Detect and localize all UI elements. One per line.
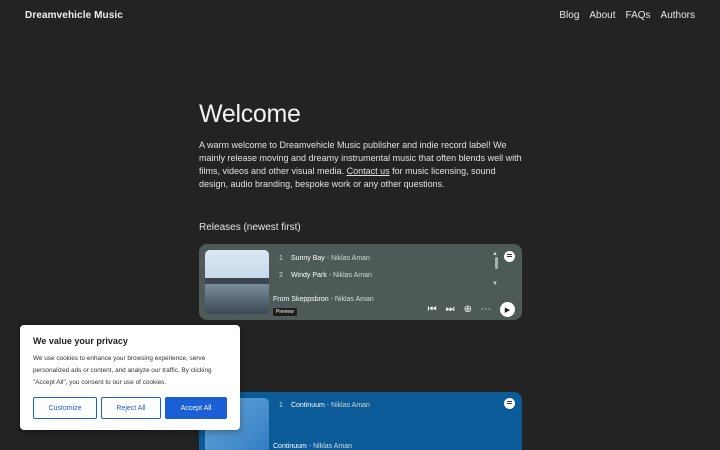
track-number: 1: [279, 255, 283, 262]
album-name-line: Continuum - Niklas Aman: [273, 443, 352, 450]
player-controls: ⏮ ⏭ ⊕ ⋯ ▶: [428, 302, 515, 317]
nav-about[interactable]: About: [589, 10, 615, 21]
cover-water: [205, 284, 269, 314]
track-number: 1: [279, 402, 283, 409]
intro-paragraph: A warm welcome to Dreamvehicle Music pub…: [199, 139, 524, 191]
scroll-down-icon[interactable]: ▼: [492, 281, 498, 287]
customize-button[interactable]: Customize: [33, 397, 97, 419]
album-title: From Skeppsbron: [273, 296, 329, 303]
track-row[interactable]: 2 Windy Park - Niklas Aman: [279, 272, 372, 279]
spotify-embed-continuum: 1 Continuum - Niklas Aman Continuum - Ni…: [199, 392, 522, 450]
cookie-title: We value your privacy: [33, 336, 128, 346]
nav-faqs[interactable]: FAQs: [626, 10, 651, 21]
skip-forward-icon[interactable]: ⏭: [446, 304, 455, 315]
main-content: Welcome A warm welcome to Dreamvehicle M…: [199, 100, 524, 191]
page-title: Welcome: [199, 100, 301, 128]
album-title: Continuum: [273, 443, 307, 450]
track-row[interactable]: 1 Sunny Bay - Niklas Aman: [279, 255, 370, 262]
album-artist: - Niklas Aman: [328, 296, 374, 303]
more-icon[interactable]: ⋯: [481, 304, 491, 315]
cover-sky: [205, 250, 269, 280]
preview-badge: Preview: [273, 308, 297, 316]
cookie-text: We use cookies to enhance your browsing …: [33, 355, 212, 386]
nav-authors[interactable]: Authors: [661, 10, 695, 21]
album-cover[interactable]: [205, 250, 269, 314]
releases-heading: Releases (newest first): [199, 222, 301, 233]
album-artist: - Niklas Aman: [306, 443, 352, 450]
spotify-embed-skeppsbron: 1 Sunny Bay - Niklas Aman 2 Windy Park -…: [199, 244, 522, 320]
tracklist-scrollbar[interactable]: [495, 257, 498, 269]
accept-all-button[interactable]: Accept All: [165, 397, 227, 419]
play-icon[interactable]: ▶: [500, 302, 515, 317]
cookie-consent-banner: We value your privacy We use cookies to …: [20, 325, 240, 430]
spotify-icon[interactable]: [504, 398, 515, 409]
spotify-icon[interactable]: [504, 251, 515, 262]
contact-us-link[interactable]: Contact us: [347, 166, 390, 176]
main-nav: Blog About FAQs Authors: [559, 10, 695, 21]
top-bar: Dreamvehicle Music Blog About FAQs Autho…: [0, 0, 720, 34]
reject-all-button[interactable]: Reject All: [101, 397, 161, 419]
site-brand[interactable]: Dreamvehicle Music: [25, 10, 123, 21]
track-artist: - Niklas Aman: [324, 255, 370, 262]
nav-blog[interactable]: Blog: [559, 10, 579, 21]
album-name-line: From Skeppsbron - Niklas Aman: [273, 296, 374, 303]
track-artist: - Niklas Aman: [324, 402, 370, 409]
track-title: Sunny Bay: [290, 255, 325, 262]
track-row[interactable]: 1 Continuum - Niklas Aman: [279, 402, 370, 409]
track-artist: - Niklas Aman: [326, 272, 372, 279]
add-circle-icon[interactable]: ⊕: [464, 304, 472, 315]
track-title: Windy Park: [290, 272, 327, 279]
track-number: 2: [279, 272, 283, 279]
track-title: Continuum: [290, 402, 325, 409]
skip-back-icon[interactable]: ⏮: [428, 304, 437, 315]
